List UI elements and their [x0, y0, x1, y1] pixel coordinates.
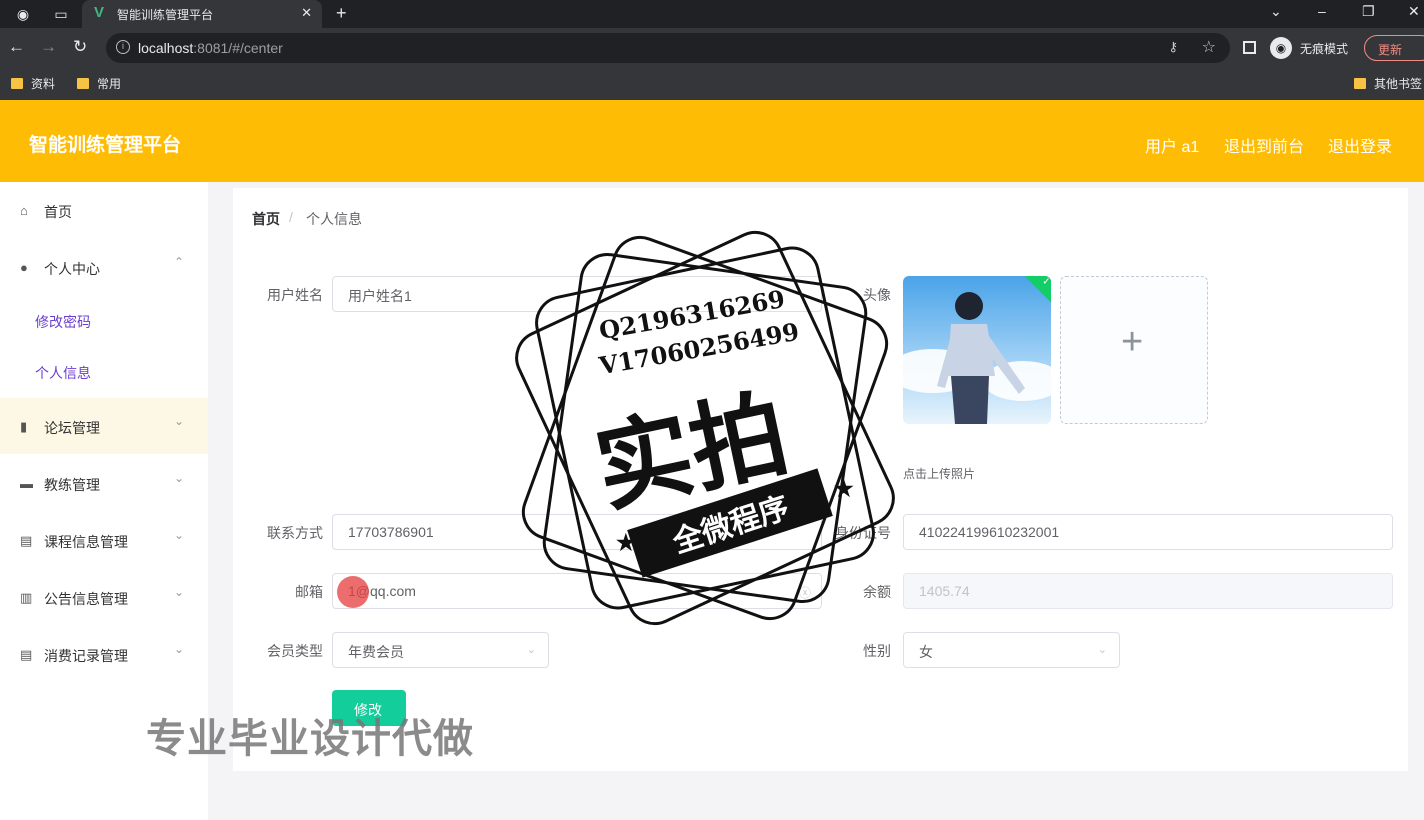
update-button[interactable]: 更新 [1364, 35, 1424, 61]
sidebar-item-forum[interactable]: ▮ 论坛管理 ⌄ [0, 398, 208, 454]
bookmark-folder[interactable]: 常用 [77, 75, 121, 92]
phone-label: 联系方式 [267, 525, 323, 541]
tab-title: 智能训练管理平台 [117, 8, 214, 22]
vue-logo-icon: V [94, 4, 105, 21]
member-type-select[interactable]: 年费会员 ⌄ [332, 632, 549, 668]
breadcrumb-current: 个人信息 [306, 211, 362, 227]
chevron-down-icon: ⌄ [174, 585, 185, 599]
folder-icon [11, 78, 23, 89]
chevron-down-icon: ⌄ [174, 471, 185, 485]
avatar-upload-button[interactable]: + [1060, 276, 1208, 424]
bookmark-folder[interactable]: 资料 [11, 75, 55, 92]
folder-icon [1354, 78, 1366, 89]
member-type-label: 会员类型 [267, 643, 323, 659]
address-bar[interactable]: i localhost:8081/#/center ⚷ ☆ [106, 33, 1230, 63]
avatar-image[interactable]: ✓ [903, 276, 1051, 424]
forward-icon[interactable]: → [40, 37, 57, 57]
sidebar-item-home[interactable]: ⌂ 首页 [0, 182, 208, 238]
balance-input: 1405.74 [903, 573, 1393, 609]
chevron-down-icon: ⌄ [1097, 644, 1107, 656]
submenu-change-password[interactable]: 修改密码 [35, 312, 91, 332]
password-key-icon[interactable]: ⚷ [1168, 39, 1178, 55]
minimize-icon[interactable]: – [1318, 3, 1326, 19]
avatar-illustration [903, 292, 1051, 424]
maximize-icon[interactable]: ❐ [1362, 3, 1375, 20]
app-header: 智能训练管理平台 用户 a1 退出到前台 退出登录 [0, 100, 1424, 182]
close-window-icon[interactable]: ✕ [1408, 3, 1420, 20]
user-icon: ● [20, 260, 28, 275]
click-indicator [337, 576, 369, 608]
current-user[interactable]: 用户 a1 [1145, 133, 1199, 157]
reload-icon[interactable]: ↻ [73, 37, 87, 57]
check-icon: ✓ [1042, 276, 1051, 288]
browser-tab[interactable]: V 智能训练管理平台 ✕ [82, 0, 322, 28]
stamp-overlay: Q2196316269 V17060256499 实拍 全微程序 ★ ★ [505, 221, 905, 635]
gender-select[interactable]: 女 ⌄ [903, 632, 1120, 668]
member-type-value: 年费会员 [348, 644, 404, 660]
sidebar-item-consumption[interactable]: ▤ 消费记录管理 ⌄ [0, 626, 208, 682]
back-icon[interactable]: ← [8, 37, 25, 57]
star-icon: ★ [616, 530, 636, 556]
chart-icon: ▮ [20, 419, 28, 434]
sidebar-item-notice[interactable]: ▥ 公告信息管理 ⌄ [0, 569, 208, 625]
sidebar-item-coach[interactable]: ▬ 教练管理 ⌄ [0, 455, 208, 511]
chevron-up-icon: ⌃ [174, 255, 185, 269]
close-tab-icon[interactable]: ✕ [301, 5, 312, 21]
chevron-down-icon: ⌄ [174, 414, 185, 428]
chevron-down-icon: ⌄ [174, 528, 185, 542]
side-panel-icon[interactable] [1243, 41, 1256, 54]
incognito-icon[interactable]: ◉ [1270, 37, 1292, 59]
browser-chrome: ◉ ▭ V 智能训练管理平台 ✕ + ⌄ – ❐ ✕ ← → ↻ i local… [0, 0, 1424, 100]
globe-icon[interactable]: ◉ [14, 5, 32, 23]
star-icon: ★ [834, 476, 854, 502]
clipboard-icon: ▤ [20, 533, 33, 548]
site-info-icon[interactable]: i [116, 40, 130, 54]
new-tab-icon[interactable]: + [336, 3, 347, 24]
sidebar-item-course[interactable]: ▤ 课程信息管理 ⌄ [0, 512, 208, 568]
tab-list-icon[interactable]: ⌄ [1270, 3, 1282, 20]
sidebar-item-personal-center[interactable]: ● 个人中心 ⌃ [0, 239, 208, 295]
briefcase-icon: ▬ [20, 476, 33, 491]
tab-strip: ◉ ▭ V 智能训练管理平台 ✕ + ⌄ – ❐ ✕ [0, 0, 1424, 28]
incognito-label: 无痕模式 [1300, 42, 1349, 56]
gender-value: 女 [919, 644, 933, 660]
plus-icon: + [1121, 321, 1144, 363]
chevron-down-icon: ⌄ [526, 644, 536, 656]
url-text[interactable]: localhost:8081/#/center [138, 40, 283, 56]
watermark-text: 专业毕业设计代做 [146, 717, 474, 761]
exit-to-front-link[interactable]: 退出到前台 [1224, 133, 1304, 157]
email-label: 邮箱 [295, 584, 323, 600]
breadcrumb-separator: / [289, 209, 293, 225]
breadcrumb-home[interactable]: 首页 [252, 209, 280, 229]
tab-search-icon[interactable]: ▭ [52, 5, 70, 23]
upload-tip: 点击上传照片 [903, 467, 976, 481]
folder-icon [77, 78, 89, 89]
gender-label: 性别 [863, 643, 891, 659]
username-label: 用户姓名 [267, 287, 323, 303]
bookmarks-bar: 资料 常用 其他书签 [0, 68, 1424, 100]
bookmark-star-icon[interactable]: ☆ [1202, 37, 1216, 57]
chevron-down-icon: ⌄ [174, 642, 185, 656]
idcard-input[interactable]: 410224199610232001 [903, 514, 1393, 550]
logout-link[interactable]: 退出登录 [1328, 133, 1392, 157]
app-title: 智能训练管理平台 [29, 135, 182, 156]
document-icon: ▤ [20, 647, 33, 662]
columns-icon: ▥ [20, 590, 33, 605]
home-icon: ⌂ [20, 203, 28, 218]
other-bookmarks[interactable]: 其他书签 [1354, 75, 1422, 92]
browser-toolbar: ← → ↻ i localhost:8081/#/center ⚷ ☆ ◉ 无痕… [0, 28, 1424, 68]
submenu-personal-info[interactable]: 个人信息 [35, 363, 91, 383]
